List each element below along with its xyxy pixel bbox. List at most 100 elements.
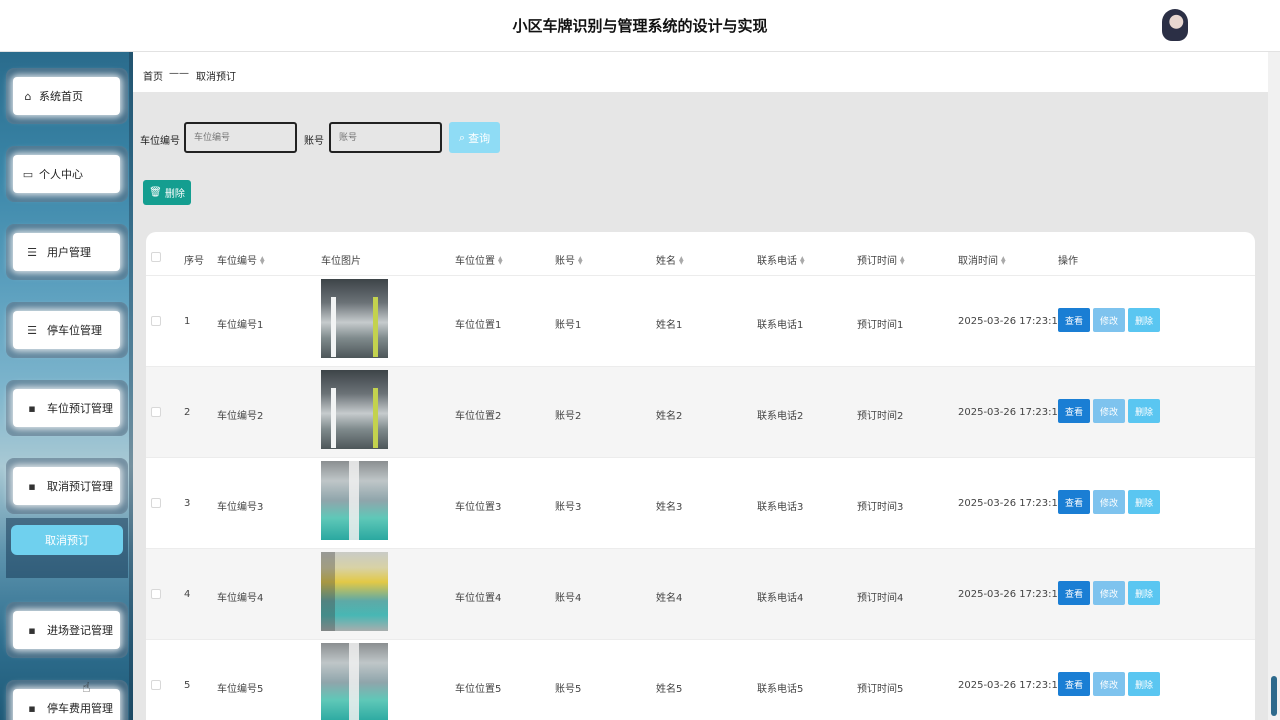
delete-label: 删除 (164, 189, 185, 200)
account-input[interactable] (329, 122, 442, 153)
cell-cancel-time: 2025-03-26 17:23:19 (958, 589, 1065, 600)
query-button[interactable]: ⌕ 查询 (449, 122, 500, 153)
parking-slot-image[interactable] (321, 279, 388, 358)
view-button[interactable]: 查看 (1058, 399, 1090, 423)
cell-index: 5 (184, 680, 191, 691)
search-icon: ⌕ (458, 130, 466, 144)
parking-slot-image[interactable] (321, 552, 388, 631)
cell-name: 姓名4 (656, 593, 683, 604)
sidebar-item-parking[interactable]: ☰ 停车位管理 (6, 302, 128, 358)
parking-slot-image[interactable] (321, 643, 388, 720)
parking-slot-image[interactable] (321, 461, 388, 540)
select-all-checkbox[interactable] (151, 252, 161, 262)
col-phone[interactable]: 联系电话 ▲ ▼ (757, 252, 805, 268)
cell-name: 姓名3 (656, 502, 683, 513)
breadcrumb-home[interactable]: 首页 (143, 68, 163, 83)
delete-button[interactable]: 删除 (1128, 308, 1160, 332)
table-row: 4 车位编号4 车位位置4 账号4 姓名4 联系电话4 预订时间4 2025-03-26 17… (146, 548, 1255, 639)
edit-button[interactable]: 修改 (1093, 672, 1125, 696)
delete-button[interactable]: 删除 (1128, 490, 1160, 514)
col-actions: 操作 (1058, 256, 1078, 267)
cell-name: 姓名2 (656, 411, 683, 422)
app-title: 小区车牌识别与管理系统的设计与实现 (512, 17, 768, 35)
row-checkbox[interactable] (151, 680, 161, 690)
cell-cancel-time: 2025-03-26 17:23:19 (958, 498, 1065, 509)
main-content: 首页 —— 取消预订 车位编号 账号 ⌕ 查询 🗑 删除 序号 车位编号▲▼ 车… (133, 52, 1268, 720)
edit-button[interactable]: 修改 (1093, 308, 1125, 332)
breadcrumb-current: 取消预订 (196, 72, 236, 83)
scrollbar-thumb[interactable] (1271, 676, 1277, 716)
sidebar-item-label: 停车位管理 (47, 324, 102, 337)
sidebar-item-entry[interactable]: ▪ 进场登记管理 (6, 602, 128, 658)
cell-phone: 联系电话4 (757, 593, 804, 604)
avatar[interactable] (1162, 9, 1188, 41)
sidebar-item-booking[interactable]: ▪ 车位预订管理 (6, 380, 128, 436)
col-index: 序号 (184, 256, 204, 267)
table-header: 序号 车位编号 ▲ ▼ 车位图片 车位位置 ▲ ▼ 账号 ▲ ▼ 姓名 ▲ ▼ 联系电话 ▲ ▼ 预… (146, 232, 1255, 275)
batch-delete-button[interactable]: 🗑 删除 (143, 180, 191, 205)
col-image: 车位图片 (321, 256, 361, 267)
view-button[interactable]: 查看 (1058, 308, 1090, 332)
col-account[interactable]: 账号 ▲ ▼ (555, 252, 583, 268)
trash-icon: 🗑 (149, 187, 162, 198)
sidebar-item-home[interactable]: ⌂ 系统首页 (6, 68, 128, 124)
sidebar-item-profile[interactable]: ▭ 个人中心 (6, 146, 128, 202)
delete-button[interactable]: 删除 (1128, 672, 1160, 696)
view-button[interactable]: 查看 (1058, 490, 1090, 514)
cell-booking-time: 预订时间4 (857, 593, 904, 604)
cell-account: 账号5 (555, 684, 582, 695)
cell-booking-time: 预订时间5 (857, 684, 904, 695)
cell-name: 姓名1 (656, 320, 683, 331)
phone-icon: ▪ (28, 701, 36, 715)
mouse-cursor-icon: ☝ (82, 680, 91, 696)
col-slot-no[interactable]: 车位编号 ▲ ▼ (217, 252, 265, 268)
cell-cancel-time: 2025-03-26 17:23:19 (958, 680, 1065, 691)
sort-icon: ▲ ▼ (679, 255, 684, 266)
row-checkbox[interactable] (151, 316, 161, 326)
edit-button[interactable]: 修改 (1093, 399, 1125, 423)
sort-icon: ▲ ▼ (900, 255, 905, 266)
cell-location: 车位位置4 (455, 593, 502, 604)
table-row: 3 车位编号3 车位位置3 账号3 姓名3 联系电话3 预订时间3 2025-03-26 17… (146, 457, 1255, 548)
delete-button[interactable]: 删除 (1128, 399, 1160, 423)
sort-icon: ▲ ▼ (498, 255, 503, 266)
edit-button[interactable]: 修改 (1093, 581, 1125, 605)
sort-icon: ▲ ▼ (578, 255, 583, 266)
cell-booking-time: 预订时间3 (857, 502, 904, 513)
cell-account: 账号2 (555, 411, 582, 422)
page-scrollbar[interactable] (1268, 52, 1280, 720)
cell-phone: 联系电话2 (757, 411, 804, 422)
sliders-icon: ☰ (27, 323, 37, 337)
view-button[interactable]: 查看 (1058, 672, 1090, 696)
cell-account: 账号3 (555, 502, 582, 513)
col-booking-time[interactable]: 预订时间 ▲ ▼ (857, 252, 905, 268)
cell-index: 1 (184, 316, 191, 327)
col-name[interactable]: 姓名 ▲ ▼ (656, 252, 684, 268)
table-row: 1 车位编号1 车位位置1 账号1 姓名1 联系电话1 预订时间1 2025-03-26 17… (146, 275, 1255, 366)
top-header: 小区车牌识别与管理系统的设计与实现 (0, 0, 1280, 52)
delete-button[interactable]: 删除 (1128, 581, 1160, 605)
row-checkbox[interactable] (151, 589, 161, 599)
table-row: 2 车位编号2 车位位置2 账号2 姓名2 联系电话2 预订时间2 2025-03-26 17… (146, 366, 1255, 457)
view-button[interactable]: 查看 (1058, 581, 1090, 605)
row-checkbox[interactable] (151, 407, 161, 417)
cell-slot-no: 车位编号2 (217, 411, 264, 422)
slot-no-input[interactable] (184, 122, 297, 153)
table-row: 5 车位编号5 车位位置5 账号5 姓名5 联系电话5 预订时间5 2025-03-26 17… (146, 639, 1255, 720)
parking-slot-image[interactable] (321, 370, 388, 449)
sidebar-item-users[interactable]: ☰ 用户管理 (6, 224, 128, 280)
sidebar-item-cancel-booking[interactable]: ▪ 取消预订管理 (6, 458, 128, 514)
row-checkbox[interactable] (151, 498, 161, 508)
sidebar-item-label: 进场登记管理 (47, 624, 113, 637)
edit-button[interactable]: 修改 (1093, 490, 1125, 514)
cell-phone: 联系电话3 (757, 502, 804, 513)
col-location[interactable]: 车位位置 ▲ ▼ (455, 252, 503, 268)
sidebar-item-fees[interactable]: ▪ 停车费用管理 (6, 680, 128, 720)
cell-phone: 联系电话1 (757, 320, 804, 331)
sort-icon: ▲ ▼ (800, 255, 805, 266)
submenu-item-cancel-booking[interactable]: 取消预订 (11, 525, 123, 555)
slot-no-label: 车位编号 (140, 136, 180, 147)
cell-index: 4 (184, 589, 191, 600)
account-label: 账号 (304, 136, 324, 147)
col-cancel-time[interactable]: 取消时间 ▲ ▼ (958, 252, 1006, 268)
